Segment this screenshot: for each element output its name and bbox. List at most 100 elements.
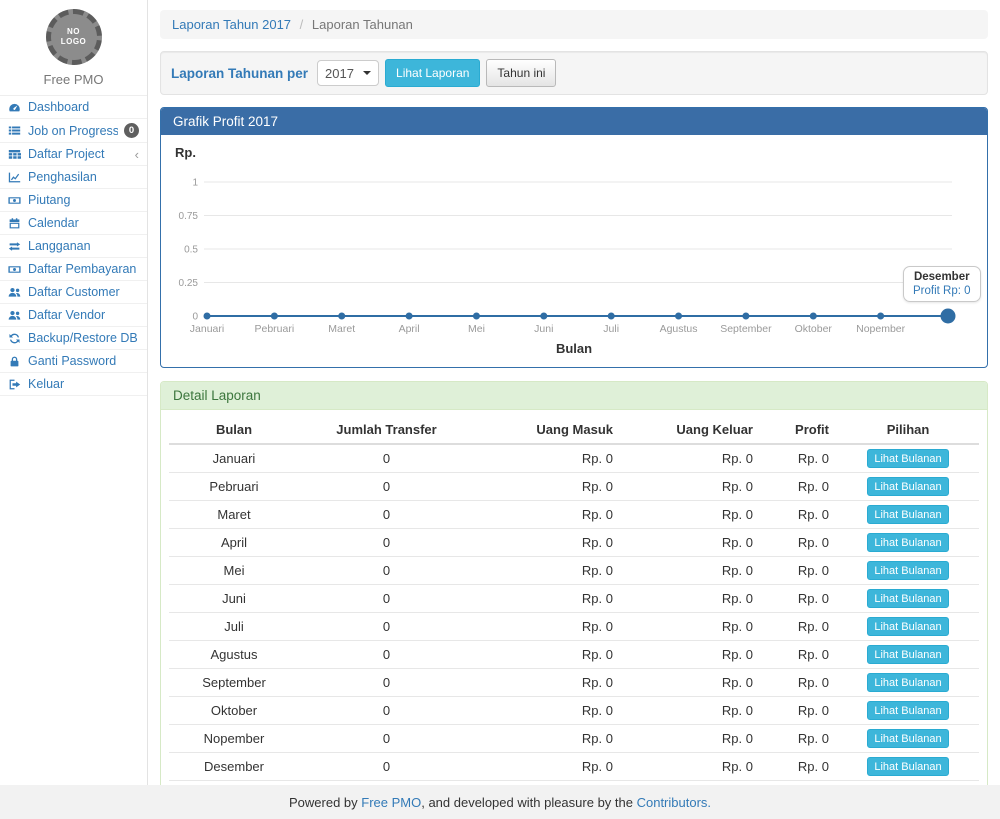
- dashboard-icon: [8, 101, 22, 114]
- tooltip-category: Desember: [913, 271, 971, 283]
- data-point-pebruari[interactable]: [271, 313, 278, 320]
- cell-bulan: Agustus: [169, 641, 299, 669]
- cell-pilihan: Lihat Bulanan: [837, 473, 979, 501]
- column-header-bulan: Bulan: [169, 416, 299, 444]
- footer-link-contributors[interactable]: Contributors.: [637, 795, 711, 810]
- cell-pilihan: Lihat Bulanan: [837, 641, 979, 669]
- logo-text: NO LOGO: [59, 27, 89, 47]
- lihat-bulanan-button[interactable]: Lihat Bulanan: [867, 505, 948, 524]
- cell-jumlah_transfer: 0: [299, 641, 474, 669]
- lihat-bulanan-button[interactable]: Lihat Bulanan: [867, 589, 948, 608]
- money-icon: [8, 194, 22, 207]
- sidebar-item-penghasilan[interactable]: Penghasilan: [0, 166, 147, 189]
- cell-bulan: Maret: [169, 501, 299, 529]
- footer: Powered by Free PMO, and developed with …: [0, 785, 1000, 819]
- cell-bulan: Desember: [169, 753, 299, 781]
- lihat-bulanan-button[interactable]: Lihat Bulanan: [867, 757, 948, 776]
- cell-pilihan: Lihat Bulanan: [837, 585, 979, 613]
- sidebar-menu: DashboardJob on Progress0Daftar Project‹…: [0, 95, 147, 396]
- sidebar-item-job-on-progress[interactable]: Job on Progress0: [0, 119, 147, 143]
- data-point-mei[interactable]: [473, 313, 480, 320]
- sidebar-item-ganti-password[interactable]: Ganti Password: [0, 350, 147, 373]
- sidebar-item-backup-restore-db[interactable]: Backup/Restore DB: [0, 327, 147, 350]
- cell-jumlah_transfer: 0: [299, 613, 474, 641]
- cell-profit: Rp. 0: [761, 725, 837, 753]
- profit-chart: Rp. 10.750.50.250JanuariPebruariMaretApr…: [171, 143, 977, 361]
- sidebar-item-langganan[interactable]: Langganan: [0, 235, 147, 258]
- sidebar-item-label: Penghasilan: [28, 170, 139, 184]
- cell-profit: Rp. 0: [761, 529, 837, 557]
- column-header-profit: Profit: [761, 416, 837, 444]
- x-axis-label: Januari: [190, 323, 224, 335]
- lihat-bulanan-button[interactable]: Lihat Bulanan: [867, 533, 948, 552]
- cell-uang_keluar: Rp. 0: [621, 529, 761, 557]
- data-point-oktober[interactable]: [810, 313, 817, 320]
- cell-uang_masuk: Rp. 0: [474, 585, 621, 613]
- lihat-bulanan-button[interactable]: Lihat Bulanan: [867, 729, 948, 748]
- data-point-juni[interactable]: [540, 313, 547, 320]
- lihat-bulanan-button[interactable]: Lihat Bulanan: [867, 701, 948, 720]
- year-select-value: 2017: [325, 66, 354, 81]
- data-point-april[interactable]: [406, 313, 413, 320]
- year-select[interactable]: 2017: [317, 60, 379, 86]
- table-row-juli: Juli0Rp. 0Rp. 0Rp. 0Lihat Bulanan: [169, 613, 979, 641]
- cell-uang_masuk: Rp. 0: [474, 753, 621, 781]
- lihat-bulanan-button[interactable]: Lihat Bulanan: [867, 561, 948, 580]
- breadcrumb-current: Laporan Tahunan: [312, 17, 413, 32]
- detail-panel-title: Detail Laporan: [161, 382, 987, 410]
- sidebar-item-piutang[interactable]: Piutang: [0, 189, 147, 212]
- sidebar-item-daftar-project[interactable]: Daftar Project‹: [0, 143, 147, 166]
- data-point-maret[interactable]: [338, 313, 345, 320]
- y-tick-label: 0.25: [179, 278, 199, 289]
- data-point-nopember[interactable]: [877, 313, 884, 320]
- data-point-januari[interactable]: [204, 313, 211, 320]
- footer-link-freepmo[interactable]: Free PMO: [361, 795, 421, 810]
- sidebar-item-label: Ganti Password: [28, 354, 139, 368]
- sidebar-item-daftar-pembayaran[interactable]: Daftar Pembayaran: [0, 258, 147, 281]
- lihat-laporan-button[interactable]: Lihat Laporan: [385, 59, 480, 87]
- users-icon: [8, 286, 22, 299]
- lock-icon: [8, 355, 22, 368]
- data-point-juli[interactable]: [608, 313, 615, 320]
- cell-uang_keluar: Rp. 0: [621, 725, 761, 753]
- sidebar-item-label: Piutang: [28, 193, 139, 207]
- data-point-desember[interactable]: [941, 309, 956, 324]
- tahun-ini-button[interactable]: Tahun ini: [486, 59, 556, 87]
- footer-text: , and developed with pleasure by the: [421, 795, 636, 810]
- column-header-uang-masuk: Uang Masuk: [474, 416, 621, 444]
- data-point-september[interactable]: [742, 313, 749, 320]
- chevron-left-icon: ‹: [135, 148, 139, 161]
- lihat-bulanan-button[interactable]: Lihat Bulanan: [867, 449, 948, 468]
- sidebar-item-dashboard[interactable]: Dashboard: [0, 96, 147, 119]
- x-axis-label: April: [399, 323, 420, 335]
- sidebar-item-keluar[interactable]: Keluar: [0, 373, 147, 396]
- breadcrumb-link[interactable]: Laporan Tahun 2017: [172, 17, 291, 32]
- detail-panel-body: BulanJumlah TransferUang MasukUang Kelua…: [161, 410, 987, 785]
- cell-uang_keluar: Rp. 0: [621, 473, 761, 501]
- cell-uang_keluar: Rp. 0: [621, 697, 761, 725]
- x-axis-label: Oktober: [795, 323, 833, 335]
- cell-pilihan: Lihat Bulanan: [837, 529, 979, 557]
- lihat-bulanan-button[interactable]: Lihat Bulanan: [867, 617, 948, 636]
- caret-down-icon: [363, 71, 371, 75]
- x-axis-label: September: [720, 323, 772, 335]
- lihat-bulanan-button[interactable]: Lihat Bulanan: [867, 477, 948, 496]
- cell-uang_masuk: Rp. 0: [474, 725, 621, 753]
- sidebar-item-daftar-vendor[interactable]: Daftar Vendor: [0, 304, 147, 327]
- users-icon: [8, 309, 22, 322]
- y-axis-title: Rp.: [175, 145, 196, 160]
- table-header-row: BulanJumlah TransferUang MasukUang Kelua…: [169, 416, 979, 444]
- logo-area: NO LOGO Free PMO: [0, 0, 147, 95]
- tooltip-value: Profit Rp: 0: [913, 285, 971, 297]
- sidebar-item-calendar[interactable]: Calendar: [0, 212, 147, 235]
- cell-profit: Rp. 0: [761, 697, 837, 725]
- cell-jumlah_transfer: 0: [299, 444, 474, 473]
- lihat-bulanan-button[interactable]: Lihat Bulanan: [867, 673, 948, 692]
- x-axis-label: Juli: [603, 323, 619, 335]
- sidebar-item-daftar-customer[interactable]: Daftar Customer: [0, 281, 147, 304]
- cell-uang_keluar: Rp. 0: [621, 501, 761, 529]
- table-row-januari: Januari0Rp. 0Rp. 0Rp. 0Lihat Bulanan: [169, 444, 979, 473]
- count-badge: 0: [124, 123, 139, 138]
- lihat-bulanan-button[interactable]: Lihat Bulanan: [867, 645, 948, 664]
- data-point-agustus[interactable]: [675, 313, 682, 320]
